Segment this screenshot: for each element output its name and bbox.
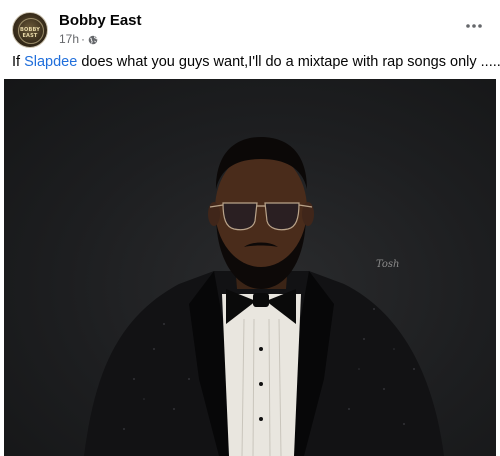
more-options-button[interactable]: [460, 14, 488, 38]
meta-separator: ·: [81, 32, 86, 46]
post-meta: 17h ·: [59, 32, 98, 46]
post-photo[interactable]: Tosh: [4, 79, 496, 456]
globe-icon: [88, 34, 98, 45]
avatar[interactable]: BOBBY EAST: [12, 12, 48, 48]
post-timestamp[interactable]: 17h: [59, 32, 79, 46]
post-text: If Slapdee does what you guys want,I'll …: [12, 53, 500, 71]
post-header: BOBBY EAST Bobby East 17h ·: [12, 10, 488, 48]
post-text-start: If: [12, 54, 25, 70]
avatar-logo-text: BOBBY EAST: [19, 27, 41, 39]
post-card: BOBBY EAST Bobby East 17h · If Slapdee d…: [0, 0, 500, 456]
more-options-icon: [466, 24, 482, 28]
photo-signature: Tosh: [376, 259, 400, 270]
portrait-illustration: Tosh: [84, 137, 444, 456]
author-name[interactable]: Bobby East: [59, 12, 142, 29]
mention-link[interactable]: Slapdee: [24, 54, 77, 70]
post-text-end: does what you guys want,I'll do a mixtap…: [77, 54, 500, 70]
